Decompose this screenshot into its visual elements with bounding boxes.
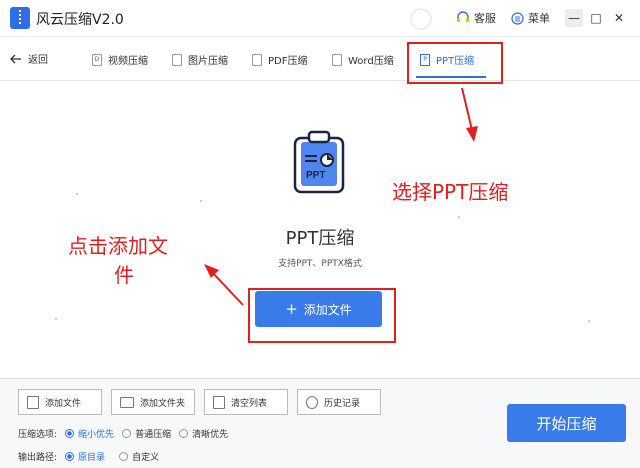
annotation-click-add-2: 件 <box>114 263 134 287</box>
clock-icon <box>306 395 318 409</box>
compress-options-label: 压缩选项: <box>18 430 58 440</box>
start-compress-button[interactable]: 开始压缩 <box>507 404 626 442</box>
add-file-toolbar-label: 添加文件 <box>45 398 82 409</box>
svg-text:PPT: PPT <box>306 170 325 181</box>
decor-dot <box>55 318 57 320</box>
radio-smaller-first[interactable] <box>65 429 75 438</box>
decor-dot <box>458 216 460 218</box>
clear-list-label: 清空列表 <box>231 398 268 409</box>
radio-clarity-first[interactable] <box>179 429 189 438</box>
output-path-label: 输出路径: <box>18 453 58 463</box>
option-normal[interactable]: 普通压缩 <box>135 427 171 440</box>
ppt-clipboard-icon: PPT <box>293 130 345 194</box>
option-smaller-first[interactable]: 缩小优先 <box>78 427 114 440</box>
clear-list-button[interactable]: 清空列表 <box>204 389 288 415</box>
trash-icon <box>213 395 225 409</box>
decor-dot <box>588 320 590 322</box>
radio-normal[interactable] <box>122 429 132 438</box>
decor-dot <box>76 193 78 195</box>
add-folder-button[interactable]: 添加文件夹 <box>111 389 195 415</box>
annotation-select-ppt: 选择PPT压缩 <box>392 180 509 204</box>
option-original-dir[interactable]: 原目录 <box>78 450 105 463</box>
option-custom[interactable]: 自定义 <box>132 450 159 463</box>
decor-dot <box>200 200 202 202</box>
radio-custom[interactable] <box>119 452 129 461</box>
folder-icon <box>120 396 134 408</box>
annotation-click-add-1: 点击添加文 <box>68 234 168 258</box>
radio-original-dir[interactable] <box>65 452 75 461</box>
highlight-box-add <box>248 288 396 343</box>
compress-options-row: 压缩选项: 缩小优先 普通压缩 清晰优先 <box>18 427 228 440</box>
option-clarity-first[interactable]: 清晰优先 <box>192 427 228 440</box>
history-button[interactable]: 历史记录 <box>297 389 381 415</box>
file-add-icon <box>27 395 39 409</box>
add-file-toolbar-button[interactable]: 添加文件 <box>18 389 102 415</box>
output-path-row: 输出路径: 原目录 自定义 <box>18 450 159 463</box>
history-label: 历史记录 <box>324 398 361 409</box>
add-folder-label: 添加文件夹 <box>140 398 186 409</box>
